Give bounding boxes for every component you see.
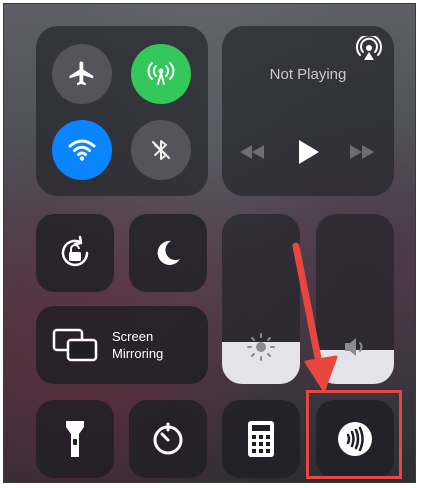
highlight-box [306, 390, 402, 479]
flashlight-button[interactable] [36, 400, 114, 478]
bluetooth-toggle[interactable] [131, 120, 191, 180]
now-playing-status: Not Playing [269, 66, 347, 83]
wifi-icon [68, 139, 96, 161]
airplane-icon [69, 61, 94, 86]
fast-forward-icon[interactable] [348, 143, 376, 161]
flashlight-icon [66, 421, 84, 457]
moon-icon [157, 240, 180, 265]
airplane-mode-toggle[interactable] [52, 44, 112, 104]
wifi-toggle[interactable] [52, 120, 112, 180]
cellular-antenna-icon [147, 62, 175, 85]
rotation-lock-button[interactable] [36, 214, 114, 292]
calculator-icon [248, 421, 274, 457]
control-center: Not Playing Screen Mirroring [3, 3, 416, 483]
airplay-icon[interactable] [356, 36, 382, 62]
annotation-arrow [292, 242, 338, 392]
rotation-lock-icon [61, 235, 89, 267]
screen-mirroring-label: Screen Mirroring [112, 328, 163, 362]
brightness-icon [247, 333, 275, 361]
timer-icon [153, 422, 183, 455]
screen-mirroring-label-line1: Screen [112, 329, 154, 344]
screen-mirroring-label-line2: Mirroring [112, 346, 164, 361]
connectivity-panel [36, 26, 208, 196]
play-icon[interactable] [296, 139, 320, 165]
calculator-button[interactable] [222, 400, 300, 478]
timer-button[interactable] [129, 400, 207, 478]
screen-mirroring-button[interactable]: Screen Mirroring [36, 306, 208, 384]
now-playing-panel[interactable]: Not Playing [222, 26, 394, 196]
rewind-icon[interactable] [238, 143, 266, 161]
bluetooth-off-icon [152, 140, 170, 160]
screen-mirroring-icon [52, 328, 98, 362]
do-not-disturb-button[interactable] [129, 214, 207, 292]
cellular-data-toggle[interactable] [131, 44, 191, 104]
